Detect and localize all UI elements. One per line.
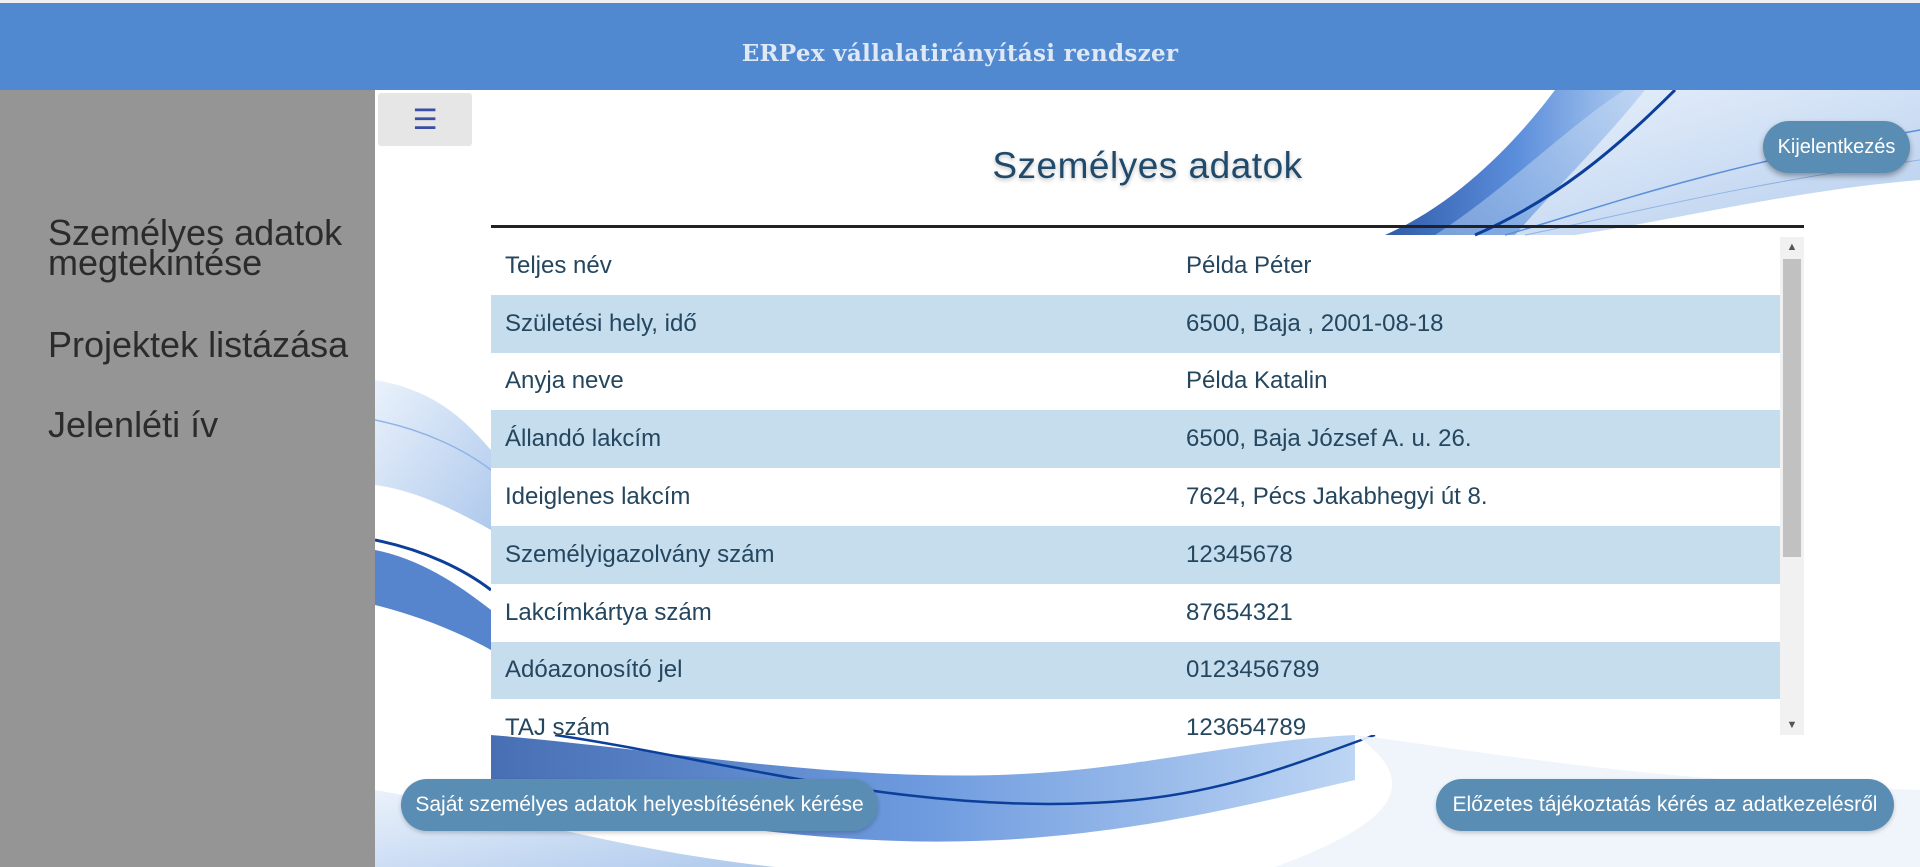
sidebar-item-personal-data[interactable]: Személyes adatok megtekintése (48, 215, 368, 281)
row-value: 0123456789 (1172, 641, 1780, 700)
row-value: 87654321 (1186, 598, 1293, 626)
main-content: ☰ Kijelentkezés Személyes adatok Teljes … (375, 90, 1920, 867)
row-value: Példa Katalin (1186, 367, 1328, 395)
menu-toggle-button[interactable]: ☰ (378, 93, 472, 146)
table-row: Adóazonosító jel 0123456789 (491, 641, 1780, 700)
row-label: Állandó lakcím (491, 410, 1172, 469)
row-label: Teljes név (505, 251, 612, 279)
sidebar-item-attendance[interactable]: Jelenléti ív (48, 407, 368, 443)
table-row: Állandó lakcím 6500, Baja József A. u. 2… (491, 410, 1780, 469)
table-row: Teljes név Példa Péter (491, 237, 1780, 295)
table-row: Személyigazolvány szám 12345678 (491, 525, 1780, 584)
row-value: 6500, Baja József A. u. 26. (1172, 410, 1780, 469)
table-row: Lakcímkártya szám 87654321 (491, 584, 1780, 642)
table-row: TAJ szám 123654789 (491, 699, 1780, 735)
row-value: 12345678 (1172, 525, 1780, 584)
sidebar: Személyes adatok megtekintése Projektek … (0, 90, 375, 867)
page-title: Személyes adatok (992, 145, 1303, 186)
table-row: Ideiglenes lakcím 7624, Pécs Jakabhegyi … (491, 468, 1780, 526)
table-row: Anyja neve Példa Katalin (491, 353, 1780, 411)
row-label: Adóazonosító jel (491, 641, 1172, 700)
title-divider (491, 225, 1804, 228)
table-scrollbar[interactable]: ▲ ▼ (1780, 237, 1804, 735)
row-label: Anyja neve (505, 367, 624, 395)
row-label: Ideiglenes lakcím (505, 483, 691, 511)
row-value: Példa Péter (1186, 251, 1312, 279)
row-label: TAJ szám (505, 714, 610, 735)
top-header-bar: ERPex vállalatirányítási rendszer (0, 0, 1920, 90)
personal-data-table: Teljes név Példa Péter Születési hely, i… (491, 237, 1780, 735)
row-value: 123654789 (1186, 714, 1307, 735)
app-title: ERPex vállalatirányítási rendszer (741, 40, 1179, 67)
row-value: 6500, Baja , 2001-08-18 (1172, 294, 1780, 353)
request-info-button[interactable]: Előzetes tájékoztatás kérés az adatkezel… (1436, 779, 1894, 831)
scroll-up-arrow-icon[interactable]: ▲ (1780, 237, 1804, 257)
row-label: Születési hely, idő (491, 294, 1172, 353)
sidebar-item-projects[interactable]: Projektek listázása (48, 327, 368, 363)
row-value: 7624, Pécs Jakabhegyi út 8. (1186, 483, 1488, 511)
row-label: Személyigazolvány szám (491, 525, 1172, 584)
menu-icon: ☰ (412, 104, 438, 135)
request-correction-button[interactable]: Saját személyes adatok helyesbítésének k… (401, 779, 878, 831)
table-row: Születési hely, idő 6500, Baja , 2001-08… (491, 294, 1780, 353)
scroll-down-arrow-icon[interactable]: ▼ (1780, 715, 1804, 735)
personal-data-table-container[interactable]: Teljes név Példa Péter Születési hely, i… (491, 237, 1804, 735)
scrollbar-thumb[interactable] (1783, 259, 1801, 557)
row-label: Lakcímkártya szám (505, 598, 712, 626)
